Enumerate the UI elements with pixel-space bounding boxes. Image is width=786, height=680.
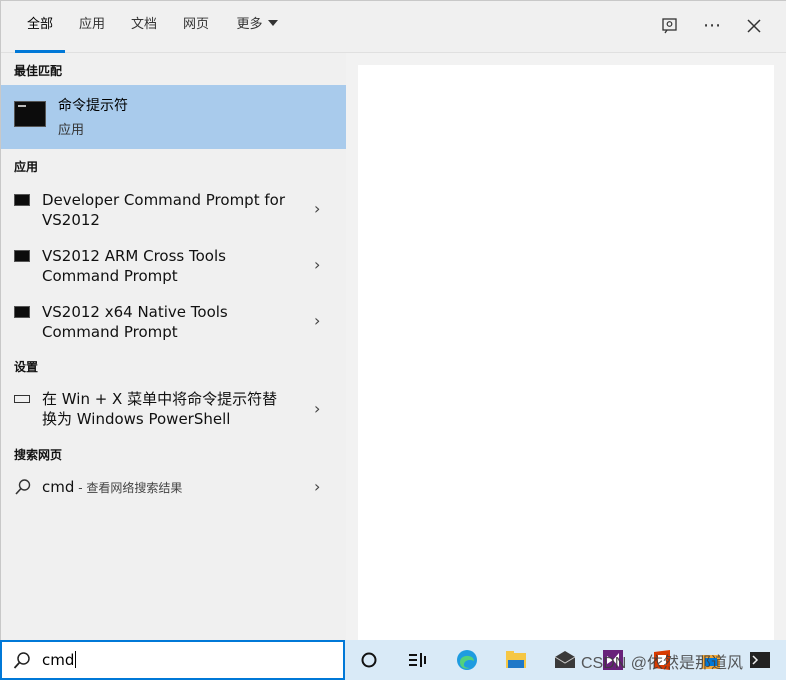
csdn-watermark: CSDN @依然是那道风: [581, 655, 744, 672]
text-cursor: [75, 651, 77, 668]
tab-more[interactable]: 更多: [231, 1, 283, 53]
tab-documents[interactable]: 文档: [125, 1, 163, 53]
web-result-hint: - 查看网络搜索结果: [74, 481, 183, 495]
best-match-subtitle: 应用: [58, 123, 85, 138]
app-result-line1: VS2012 ARM Cross Tools: [42, 247, 226, 265]
tab-apps[interactable]: 应用: [73, 1, 111, 53]
close-icon[interactable]: [741, 13, 767, 39]
settings-result-line2: 换为 Windows PowerShell: [42, 410, 231, 428]
settings-result-item[interactable]: 在 Win + X 菜单中将命令提示符替 换为 Windows PowerShe…: [1, 389, 346, 439]
chevron-right-icon[interactable]: ›: [314, 311, 328, 331]
search-input[interactable]: cmd: [42, 651, 77, 669]
app-result-line1: Developer Command Prompt for: [42, 191, 285, 209]
app-result-line2: Command Prompt: [42, 267, 178, 285]
app-result-label: VS2012 x64 Native Tools Command Prompt: [42, 302, 297, 342]
search-box[interactable]: cmd: [0, 640, 345, 680]
tab-all[interactable]: 全部: [15, 1, 65, 53]
more-options-icon[interactable]: ⋯: [699, 13, 725, 39]
console-app-icon: [14, 250, 30, 262]
section-web: 搜索网页: [14, 448, 63, 462]
task-view-icon[interactable]: [405, 648, 431, 672]
feedback-icon[interactable]: [657, 13, 683, 39]
settings-result-label: 在 Win + X 菜单中将命令提示符替 换为 Windows PowerShe…: [42, 389, 297, 429]
chevron-right-icon[interactable]: ›: [314, 399, 328, 419]
search-icon: [15, 479, 31, 495]
chevron-right-icon[interactable]: ›: [314, 199, 328, 219]
results-pane: 最佳匹配 命令提示符 应用 应用 Developer Command Promp…: [1, 53, 346, 641]
settings-result-line1: 在 Win + X 菜单中将命令提示符替: [42, 390, 278, 408]
app-result-label: Developer Command Prompt for VS2012: [42, 190, 297, 230]
section-best-match: 最佳匹配: [14, 64, 63, 78]
terminal-icon[interactable]: [747, 648, 773, 672]
chevron-right-icon[interactable]: ›: [314, 477, 328, 497]
app-result-item[interactable]: VS2012 ARM Cross Tools Command Prompt ›: [1, 245, 346, 295]
preview-panel: [358, 65, 774, 641]
app-result-line1: VS2012 x64 Native Tools: [42, 303, 228, 321]
edge-icon[interactable]: [454, 648, 480, 672]
search-icon: [13, 652, 30, 669]
command-prompt-icon: [14, 101, 46, 127]
app-result-item[interactable]: Developer Command Prompt for VS2012 ›: [1, 189, 346, 239]
chevron-right-icon[interactable]: ›: [314, 255, 328, 275]
monitor-icon: [14, 395, 30, 403]
search-tabs-bar: 全部 应用 文档 网页 更多 ⋯: [1, 1, 786, 53]
cortana-circle-icon[interactable]: [357, 648, 383, 672]
best-match-title: 命令提示符: [58, 98, 128, 114]
best-match-item[interactable]: 命令提示符 应用: [1, 85, 346, 149]
preview-pane: [346, 53, 786, 641]
tab-web[interactable]: 网页: [177, 1, 215, 53]
app-result-item[interactable]: VS2012 x64 Native Tools Command Prompt ›: [1, 301, 346, 351]
app-result-line2: VS2012: [42, 211, 100, 229]
console-app-icon: [14, 306, 30, 318]
tab-more-label: 更多: [236, 17, 263, 32]
search-input-value: cmd: [42, 651, 75, 669]
section-settings: 设置: [14, 360, 39, 374]
mail-icon[interactable]: [552, 648, 578, 672]
file-explorer-icon[interactable]: [503, 648, 529, 672]
app-result-line2: Command Prompt: [42, 323, 178, 341]
start-search-window: 全部 应用 文档 网页 更多 ⋯ 最佳匹配 命令提示符 应用 应用 Develo…: [0, 0, 786, 680]
web-result-label: cmd - 查看网络搜索结果: [42, 477, 297, 498]
web-result-item[interactable]: cmd - 查看网络搜索结果 ›: [1, 476, 346, 502]
app-result-label: VS2012 ARM Cross Tools Command Prompt: [42, 246, 297, 286]
web-query: cmd: [42, 478, 75, 496]
chevron-down-icon: [267, 20, 278, 26]
section-apps: 应用: [14, 160, 39, 174]
console-app-icon: [14, 194, 30, 206]
